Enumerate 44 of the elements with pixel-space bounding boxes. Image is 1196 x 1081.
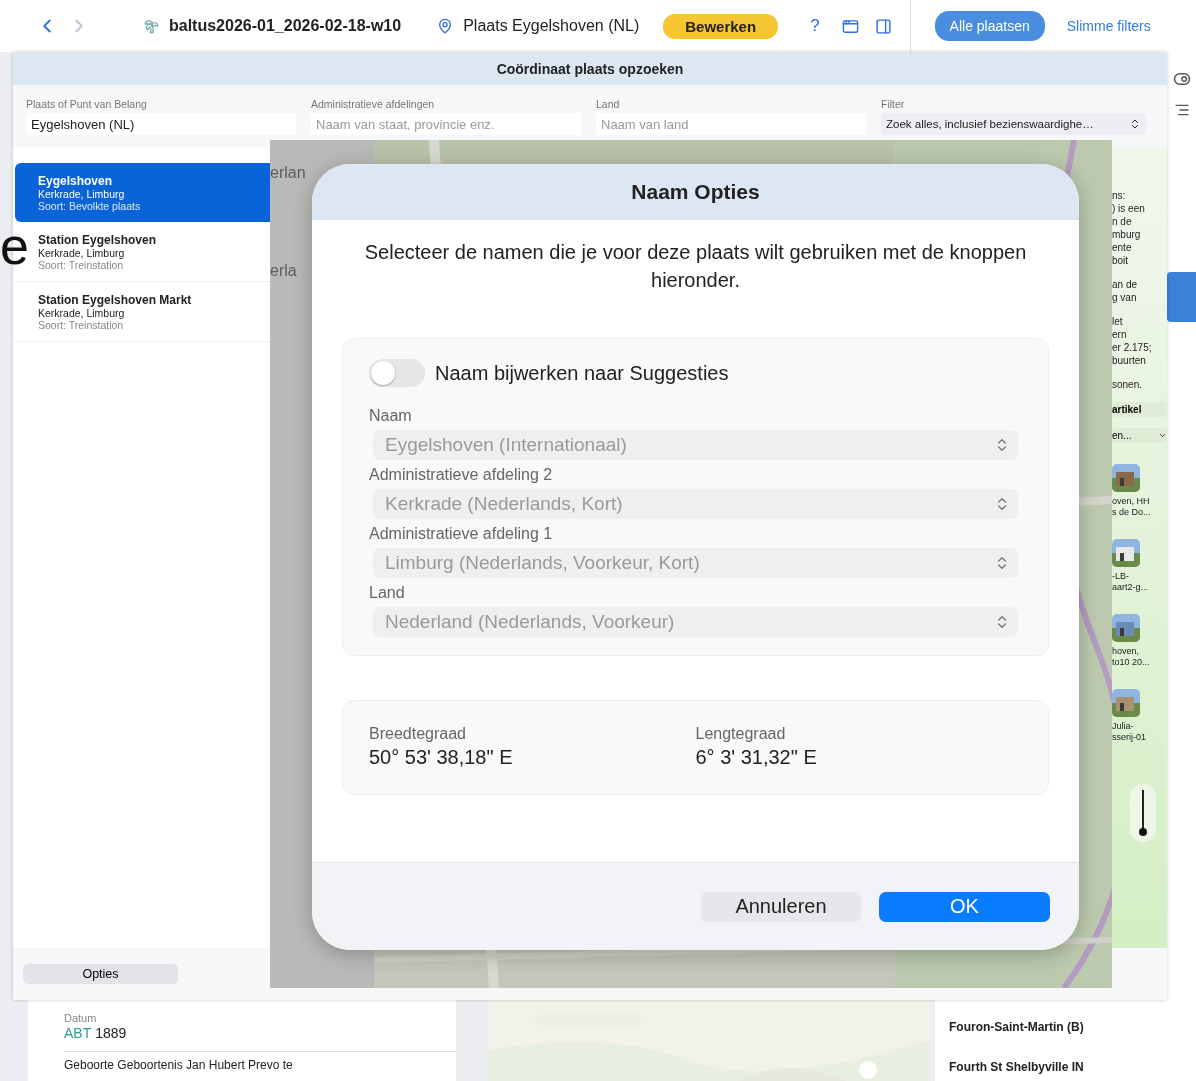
gauge-icon bbox=[1130, 784, 1156, 842]
smart-filters-link[interactable]: Slimme filters bbox=[1066, 18, 1151, 34]
tree-icon bbox=[144, 18, 159, 34]
options-button[interactable]: Opties bbox=[23, 964, 178, 984]
date-qualifier: ABT bbox=[64, 1025, 92, 1041]
field-label: Land bbox=[596, 98, 621, 110]
sidebar-icon[interactable] bbox=[874, 17, 892, 35]
article-text: ns: ) is een n de mburg ente boit bbox=[1112, 189, 1146, 267]
place-name[interactable]: Fourth St Shelbyville IN bbox=[949, 1060, 1196, 1074]
input-field[interactable]: Naam van land bbox=[596, 113, 866, 135]
chevron-down-icon bbox=[1158, 431, 1167, 440]
window-icon[interactable] bbox=[841, 17, 859, 35]
input-field[interactable]: Eygelshoven (NL) bbox=[26, 113, 296, 135]
place-name[interactable]: Fouron-Saint-Martin (B) bbox=[949, 1020, 1196, 1034]
partial-text: erla bbox=[270, 262, 298, 280]
date-label: Datum bbox=[64, 1012, 98, 1024]
file-title: baltus2026-01_2026-02-18-w10 bbox=[169, 17, 402, 35]
input-field[interactable]: Naam van staat, provincie enz. bbox=[311, 113, 581, 135]
up-down-chevron-icon bbox=[1129, 118, 1141, 130]
more-dropdown[interactable]: en... bbox=[1112, 428, 1167, 443]
event-title: Geboorte Geboortenis Jan Hubert Prevo te bbox=[64, 1051, 456, 1072]
field-label: Administratieve afdelingen bbox=[311, 98, 436, 110]
selection-bar bbox=[1167, 272, 1196, 322]
edit-button[interactable]: Bewerken bbox=[663, 13, 779, 39]
thumbnail-caption: hoven, to10 20... bbox=[1112, 646, 1151, 668]
list-icon[interactable] bbox=[1173, 102, 1190, 118]
thumbnail-caption: -LB- aart2-g... bbox=[1112, 571, 1150, 593]
thumbnail-caption: oven, HH s de Do... bbox=[1112, 496, 1152, 518]
partial-text: erlan bbox=[270, 164, 307, 182]
article-text: sonen. bbox=[1112, 378, 1144, 391]
filter-select[interactable]: Zoek alles, inclusief bezienswaardighe… bbox=[881, 113, 1146, 135]
location-pin-icon bbox=[437, 18, 454, 34]
article-button[interactable]: artikel bbox=[1112, 402, 1167, 417]
article-text: an de g van bbox=[1112, 278, 1139, 304]
field-label: Plaats of Punt van Belang bbox=[26, 98, 148, 110]
article-text: let ern er 2.175; buurten bbox=[1112, 315, 1153, 367]
result-item[interactable]: Eygelshoven Kerkrade, Limburg Soort: Bevolkte plaats bbox=[15, 163, 270, 222]
date-value: 1889 bbox=[95, 1025, 127, 1041]
place-title: Plaats Eygelshoven (NL) bbox=[463, 17, 640, 35]
thumbnail-caption: Julia- sserij-01 bbox=[1112, 721, 1147, 743]
sheet-title: Coördinaat plaats opzoeken bbox=[13, 52, 1167, 85]
help-button[interactable]: ? bbox=[810, 16, 820, 36]
toggle-icon[interactable] bbox=[1172, 70, 1191, 88]
field-label: Filter bbox=[881, 98, 906, 110]
